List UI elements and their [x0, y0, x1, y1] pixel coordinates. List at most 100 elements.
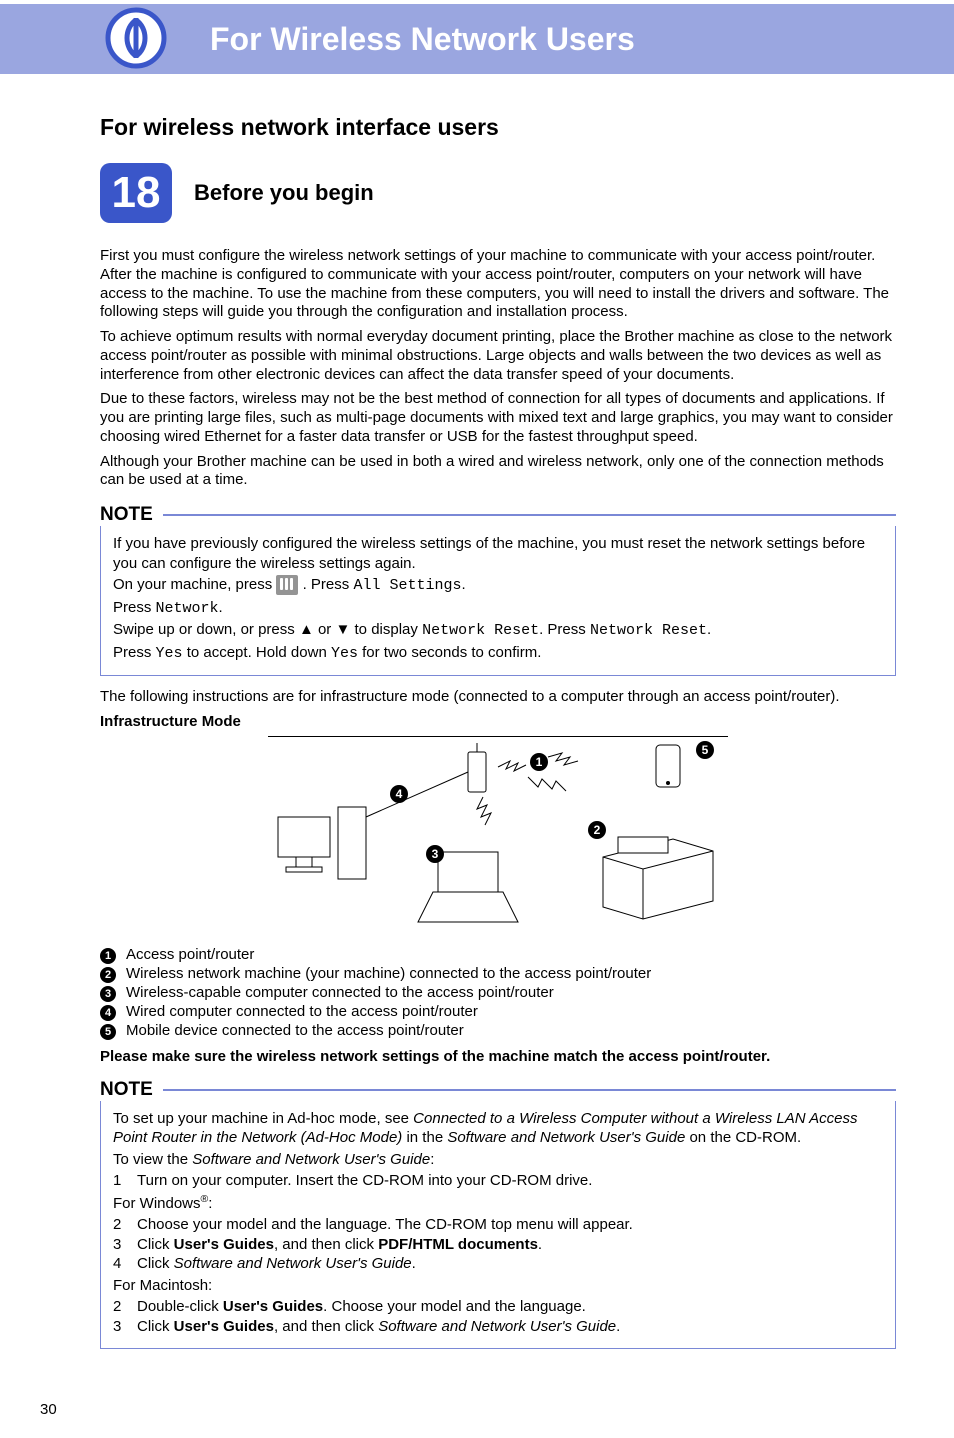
settings-icon [276, 575, 298, 595]
up-arrow-icon: ▲ [299, 621, 314, 638]
t: Click Software and Network User's Guide. [137, 1254, 416, 1274]
note-2-box: To set up your machine in Ad-hoc mode, s… [100, 1101, 896, 1350]
legend-text: Wireless network machine (your machine) … [126, 965, 651, 982]
t: . [412, 1255, 416, 1272]
guide-ref-3: Software and Network User's Guide [174, 1255, 412, 1272]
t: On your machine, press [113, 576, 276, 593]
code-network: Network [156, 600, 219, 617]
step-header: 18 Before you begin [100, 163, 896, 223]
callout-5: 5 [696, 741, 714, 759]
t: Click User's Guides, and then click Soft… [137, 1317, 620, 1337]
note1-line3: Press Network. [113, 598, 883, 619]
pdf-html-ref: PDF/HTML documents [378, 1236, 538, 1253]
note1-line4: Swipe up or down, or press ▲ or ▼ to dis… [113, 620, 883, 641]
win-step-3: 3Click User's Guides, and then click PDF… [113, 1235, 883, 1255]
t: Press [113, 644, 156, 661]
t: : [430, 1151, 434, 1168]
note-rule [163, 514, 896, 516]
t: . Press [539, 621, 590, 638]
t: For Windows [113, 1195, 201, 1212]
t: Click [137, 1318, 174, 1335]
callout-1: 1 [530, 753, 548, 771]
guide-ref: Software and Network User's Guide [447, 1129, 685, 1146]
t: . Choose your model and the language. [323, 1298, 586, 1315]
legend-row-4: 4Wired computer connected to the access … [100, 1003, 896, 1021]
legend-row-3: 3Wireless-capable computer connected to … [100, 984, 896, 1002]
t: Click [137, 1255, 174, 1272]
callout-2: 2 [588, 821, 606, 839]
for-windows: For Windows®: [113, 1193, 883, 1214]
mac-step-3: 3 Click User's Guides, and then click Sof… [113, 1317, 883, 1337]
for-macintosh: For Macintosh: [113, 1276, 883, 1296]
code-network-reset-2: Network Reset [590, 622, 707, 639]
t: Choose your model and the language. The … [137, 1215, 633, 1235]
legend-num: 2 [100, 967, 116, 983]
t: : [208, 1195, 212, 1212]
intro-para-2: To achieve optimum results with normal e… [100, 328, 896, 384]
infrastructure-diagram: 1 5 4 2 3 [268, 736, 728, 936]
note2-view: To view the Software and Network User's … [113, 1150, 883, 1170]
t: for two seconds to confirm. [358, 644, 541, 661]
intro-para-1: First you must configure the wireless ne… [100, 247, 896, 322]
legend-text: Access point/router [126, 946, 254, 963]
users-guides-ref-2: User's Guides [223, 1298, 323, 1315]
infra-intro: The following instructions are for infra… [100, 688, 896, 707]
guide-ref-4: Software and Network User's Guide [378, 1318, 616, 1335]
t: . [538, 1236, 542, 1253]
t: Press [113, 599, 156, 616]
legend-row-2: 2 Wireless network machine (your machine)… [100, 965, 896, 983]
t: Swipe up or down, or press [113, 621, 299, 638]
t: To set up your machine in Ad-hoc mode, s… [113, 1110, 413, 1127]
legend-num: 4 [100, 1005, 116, 1021]
t: . [707, 621, 711, 638]
t: to display [350, 621, 422, 638]
note2-adhoc: To set up your machine in Ad-hoc mode, s… [113, 1109, 883, 1148]
infra-heading: Infrastructure Mode [100, 713, 896, 730]
note-2-header: NOTE [100, 1079, 896, 1101]
users-guides-ref: User's Guides [174, 1236, 274, 1253]
note1-line5: Press Yes to accept. Hold down Yes for t… [113, 643, 883, 664]
t: on the CD-ROM. [685, 1129, 801, 1146]
legend-num: 3 [100, 986, 116, 1002]
banner-title: For Wireless Network Users [210, 21, 635, 58]
win-step-2: 2Choose your model and the language. The… [113, 1215, 883, 1235]
mac-step-2: 2 Double-click User's Guides. Choose your… [113, 1297, 883, 1317]
note-1-box: If you have previously configured the wi… [100, 526, 896, 676]
t: or [314, 621, 336, 638]
down-arrow-icon: ▼ [335, 621, 350, 638]
t: . [219, 599, 223, 616]
legend-num: 1 [100, 948, 116, 964]
t: . [461, 576, 465, 593]
t: To view the [113, 1151, 192, 1168]
t: Double-click [137, 1298, 223, 1315]
callout-4: 4 [390, 785, 408, 803]
note-label: NOTE [100, 504, 159, 526]
code-yes-2: Yes [331, 645, 358, 662]
wireless-icon [100, 2, 172, 78]
note-1-header: NOTE [100, 504, 896, 526]
n: 4 [113, 1254, 127, 1274]
n: 2 [113, 1297, 127, 1317]
step-title: Before you begin [194, 180, 374, 206]
note-rule [163, 1089, 896, 1091]
intro-para-3: Due to these factors, wireless may not b… [100, 390, 896, 446]
note1-line1: If you have previously configured the wi… [113, 534, 883, 573]
win-step-4: 4 Click Software and Network User's Guide… [113, 1254, 883, 1274]
legend-row-5: 5Mobile device connected to the access p… [100, 1022, 896, 1040]
t: . [616, 1318, 620, 1335]
n: 3 [113, 1317, 127, 1337]
diagram-wrap: 1 5 4 2 3 [100, 736, 896, 936]
legend-num: 5 [100, 1024, 116, 1040]
code-yes-1: Yes [156, 645, 183, 662]
t: . Press [303, 576, 354, 593]
t: Double-click User's Guides. Choose your … [137, 1297, 586, 1317]
callout-3: 3 [426, 845, 444, 863]
banner: For Wireless Network Users [0, 4, 954, 74]
t: in the [402, 1129, 447, 1146]
step-number-badge: 18 [100, 163, 172, 223]
t: Click [137, 1236, 174, 1253]
page-subtitle: For wireless network interface users [100, 114, 896, 141]
t: Click User's Guides, and then click PDF/… [137, 1235, 542, 1255]
users-guides-ref-3: User's Guides [174, 1318, 274, 1335]
guide-ref-2: Software and Network User's Guide [192, 1151, 430, 1168]
